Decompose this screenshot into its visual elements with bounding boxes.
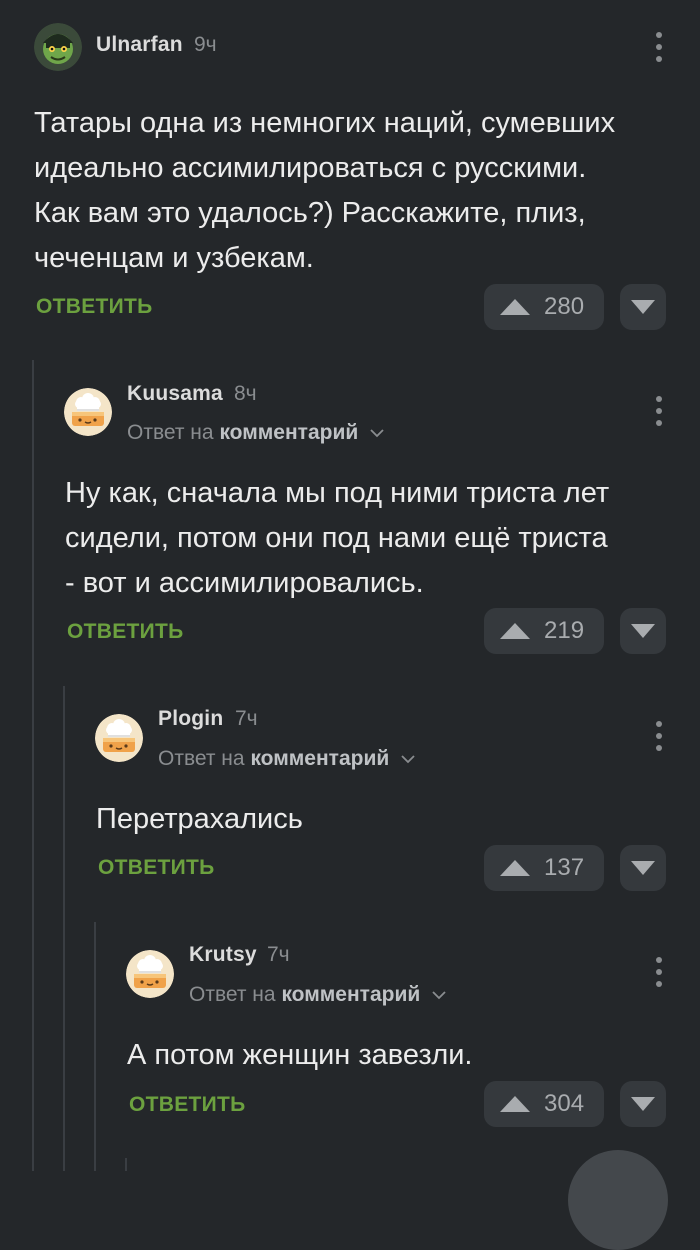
comment-text: Татары одна из немногих наций, сумевших … — [34, 107, 616, 274]
cookie-chef-avatar-icon — [95, 714, 143, 762]
reply-to-link[interactable]: Ответ на комментарий — [127, 421, 384, 445]
comment-text: Ну как, сначала мы под ними триста лет с… — [65, 477, 610, 599]
rating-count: 304 — [544, 1090, 585, 1117]
upvote-button[interactable]: 137 — [484, 845, 604, 891]
timestamp: 8ч — [234, 382, 257, 405]
rating-count: 137 — [544, 854, 585, 881]
more-options-icon[interactable] — [647, 30, 671, 64]
upvote-button[interactable]: 219 — [484, 608, 604, 654]
timestamp: 7ч — [267, 943, 290, 966]
upvote-button[interactable]: 280 — [484, 284, 604, 330]
reply-button[interactable]: ОТВЕТИТЬ — [36, 295, 153, 319]
avatar[interactable] — [64, 388, 112, 436]
username[interactable]: Kuusama — [127, 382, 223, 406]
username[interactable]: Plogin — [158, 707, 223, 731]
reply-to-link[interactable]: Ответ на комментарий — [189, 983, 446, 1007]
downvote-button[interactable] — [620, 1081, 666, 1127]
thread-line-level-4 — [125, 1158, 127, 1171]
reply-button[interactable]: ОТВЕТИТЬ — [98, 856, 215, 880]
downvote-button[interactable] — [620, 845, 666, 891]
rating-count: 219 — [544, 617, 585, 644]
downvote-arrow-icon — [631, 861, 655, 875]
chevron-down-icon — [370, 429, 384, 438]
thread-line-level-1 — [32, 360, 34, 1171]
avatar[interactable] — [95, 714, 143, 762]
cookie-chef-avatar-icon — [64, 388, 112, 436]
reply-button[interactable]: ОТВЕТИТЬ — [67, 620, 184, 644]
upvote-button[interactable]: 304 — [484, 1081, 604, 1127]
downvote-arrow-icon — [631, 1097, 655, 1111]
timestamp: 7ч — [235, 707, 258, 730]
reply-to-link[interactable]: Ответ на комментарий — [158, 747, 415, 771]
more-options-icon[interactable] — [647, 394, 671, 428]
upvote-arrow-icon — [500, 1096, 530, 1112]
downvote-arrow-icon — [631, 300, 655, 314]
chevron-down-icon — [432, 991, 446, 1000]
rating-count: 280 — [544, 293, 585, 320]
comment-text: А потом женщин завезли. — [127, 1039, 473, 1071]
downvote-arrow-icon — [631, 624, 655, 638]
cookie-chef-avatar-icon — [126, 950, 174, 998]
more-options-icon[interactable] — [647, 719, 671, 753]
thread-line-level-2 — [63, 686, 65, 1171]
upvote-arrow-icon — [500, 623, 530, 639]
reply-button[interactable]: ОТВЕТИТЬ — [129, 1093, 246, 1117]
downvote-button[interactable] — [620, 284, 666, 330]
more-options-icon[interactable] — [647, 955, 671, 989]
upvote-arrow-icon — [500, 299, 530, 315]
chevron-down-icon — [401, 755, 415, 764]
avatar[interactable] — [126, 950, 174, 998]
username[interactable]: Ulnarfan — [96, 33, 183, 57]
upvote-arrow-icon — [500, 860, 530, 876]
timestamp: 9ч — [194, 33, 217, 56]
avatar[interactable] — [34, 23, 82, 71]
username[interactable]: Krutsy — [189, 943, 257, 967]
thread-line-level-3 — [94, 922, 96, 1171]
comment-text: Перетрахались — [96, 803, 303, 835]
green-creature-avatar-icon — [34, 23, 82, 71]
floating-action-button[interactable] — [568, 1150, 668, 1250]
downvote-button[interactable] — [620, 608, 666, 654]
